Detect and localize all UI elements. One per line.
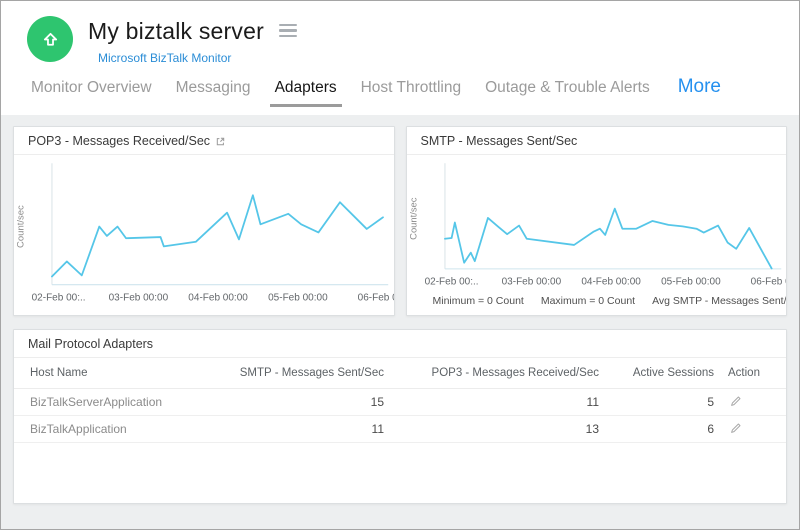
svg-text:05-Feb 00:00: 05-Feb 00:00 bbox=[268, 292, 328, 303]
table-row: BizTalkApplication 11 13 6 bbox=[14, 416, 786, 443]
col-active-sessions: Active Sessions bbox=[603, 367, 718, 379]
mail-protocol-adapters-panel: Mail Protocol Adapters Host Name SMTP - … bbox=[13, 329, 787, 504]
tab-monitor-overview[interactable]: Monitor Overview bbox=[31, 79, 152, 106]
svg-text:06-Feb 0: 06-Feb 0 bbox=[358, 292, 394, 303]
smtp-chart-title: SMTP - Messages Sent/Sec bbox=[421, 134, 578, 148]
svg-text:06-Feb 0: 06-Feb 0 bbox=[750, 277, 786, 288]
svg-text:02-Feb 00:..: 02-Feb 00:.. bbox=[424, 277, 478, 288]
biztalk-monitor-screen: My biztalk server Microsoft BizTalk Moni… bbox=[0, 0, 800, 530]
svg-text:Count/sec: Count/sec bbox=[408, 197, 419, 240]
page-title: My biztalk server bbox=[88, 18, 264, 45]
col-smtp: SMTP - Messages Sent/Sec bbox=[208, 367, 388, 379]
smtp-value: 15 bbox=[208, 395, 388, 409]
svg-text:04-Feb 00:00: 04-Feb 00:00 bbox=[581, 277, 641, 288]
smtp-chart-panel: SMTP - Messages Sent/Sec 02-Feb 00:.. 03-… bbox=[406, 126, 788, 316]
host-name: BizTalkServerApplication bbox=[30, 395, 208, 409]
tab-host-throttling[interactable]: Host Throttling bbox=[361, 79, 462, 106]
smtp-chart-stats: Minimum = 0 Count Maximum = 0 Count Avg … bbox=[407, 294, 787, 307]
stat-minimum: Minimum = 0 Count bbox=[433, 295, 524, 307]
tab-messaging[interactable]: Messaging bbox=[176, 79, 251, 106]
up-arrow-icon bbox=[40, 29, 61, 50]
stat-maximum: Maximum = 0 Count bbox=[541, 295, 635, 307]
svg-text:Count/sec: Count/sec bbox=[15, 205, 26, 248]
svg-text:03-Feb 00:00: 03-Feb 00:00 bbox=[109, 292, 169, 303]
active-sessions-value: 6 bbox=[603, 422, 718, 436]
table-title: Mail Protocol Adapters bbox=[28, 337, 153, 351]
pop3-chart-title: POP3 - Messages Received/Sec bbox=[28, 134, 210, 148]
smtp-value: 11 bbox=[208, 422, 388, 436]
svg-text:04-Feb 00:00: 04-Feb 00:00 bbox=[188, 292, 248, 303]
smtp-line-chart: 02-Feb 00:.. 03-Feb 00:00 04-Feb 00:00 05-F… bbox=[407, 155, 787, 294]
hamburger-icon[interactable] bbox=[277, 22, 299, 40]
host-name: BizTalkApplication bbox=[30, 422, 208, 436]
tab-adapters[interactable]: Adapters bbox=[270, 79, 342, 107]
table-title-row: Mail Protocol Adapters bbox=[14, 330, 786, 358]
tab-outage-trouble-alerts[interactable]: Outage & Trouble Alerts bbox=[485, 79, 650, 106]
active-sessions-value: 5 bbox=[603, 395, 718, 409]
title-block: My biztalk server Microsoft BizTalk Moni… bbox=[88, 16, 299, 65]
pencil-icon[interactable] bbox=[730, 396, 741, 407]
pop3-chart-title-row: POP3 - Messages Received/Sec bbox=[14, 127, 394, 155]
col-pop3: POP3 - Messages Received/Sec bbox=[388, 367, 603, 379]
status-avatar bbox=[27, 16, 73, 62]
monitor-header: My biztalk server Microsoft BizTalk Moni… bbox=[1, 1, 799, 115]
table-row: BizTalkServerApplication 15 11 5 bbox=[14, 389, 786, 416]
svg-text:03-Feb 00:00: 03-Feb 00:00 bbox=[501, 277, 561, 288]
col-action: Action bbox=[718, 367, 770, 379]
tab-bar: Monitor Overview Messaging Adapters Host… bbox=[31, 76, 789, 107]
header-row: My biztalk server Microsoft BizTalk Moni… bbox=[1, 1, 799, 65]
table-header: Host Name SMTP - Messages Sent/Sec POP3 … bbox=[14, 358, 786, 389]
dashboard-content: POP3 - Messages Received/Sec 02-Feb 00:.… bbox=[1, 115, 799, 529]
pop3-value: 11 bbox=[388, 395, 603, 409]
col-host-name: Host Name bbox=[30, 367, 208, 379]
pop3-line-chart: 02-Feb 00:.. 03-Feb 00:00 04-Feb 00:00 05-F… bbox=[14, 155, 394, 310]
svg-text:05-Feb 00:00: 05-Feb 00:00 bbox=[661, 277, 721, 288]
pop3-value: 13 bbox=[388, 422, 603, 436]
charts-row: POP3 - Messages Received/Sec 02-Feb 00:.… bbox=[13, 126, 787, 316]
pencil-icon[interactable] bbox=[730, 423, 741, 434]
stat-average: Avg SMTP - Messages Sent/Sec = 0 Count bbox=[652, 295, 787, 307]
monitor-type-link[interactable]: Microsoft BizTalk Monitor bbox=[98, 51, 299, 65]
popout-icon[interactable] bbox=[216, 137, 225, 146]
pop3-chart-panel: POP3 - Messages Received/Sec 02-Feb 00:.… bbox=[13, 126, 395, 316]
svg-text:02-Feb 00:..: 02-Feb 00:.. bbox=[32, 292, 86, 303]
more-menu[interactable]: More bbox=[678, 76, 721, 98]
smtp-chart-title-row: SMTP - Messages Sent/Sec bbox=[407, 127, 787, 155]
